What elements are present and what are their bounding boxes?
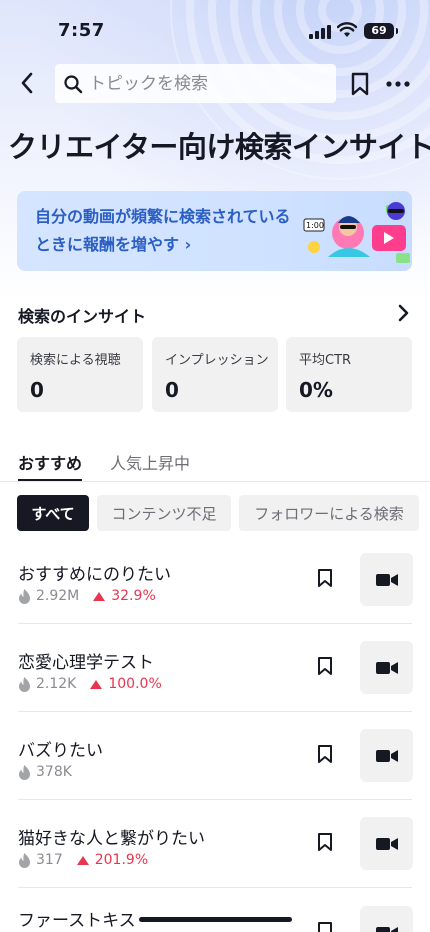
trend-value: 201.9%	[94, 852, 149, 868]
more-options-button[interactable]	[383, 70, 413, 98]
bookmark-icon	[318, 922, 332, 932]
battery-indicator: 69	[364, 23, 398, 39]
flame-icon	[19, 764, 30, 780]
wifi-icon	[337, 22, 357, 37]
topic-trend: 100.0%	[90, 676, 162, 692]
stat-card-impressions[interactable]: インプレッション 0	[152, 337, 278, 412]
save-topic-button[interactable]	[314, 741, 336, 767]
topic-title: おすすめにのりたい	[18, 565, 171, 585]
stat-card-search-views[interactable]: 検索による視聴 0	[17, 337, 143, 412]
save-topic-button[interactable]	[314, 829, 336, 855]
home-indicator[interactable]	[139, 917, 292, 922]
create-video-button[interactable]	[360, 553, 413, 606]
banner-art-time-label: 1:00	[306, 221, 324, 230]
status-time: 7:57	[58, 20, 105, 41]
create-video-button[interactable]	[360, 729, 413, 782]
status-bar: 7:57 69	[0, 0, 430, 62]
topic-title: 恋愛心理学テスト	[18, 653, 154, 673]
back-button[interactable]	[14, 68, 40, 98]
video-camera-icon	[375, 926, 398, 932]
topic-views: 2.92M	[36, 588, 80, 604]
topic-trend: 201.9%	[76, 852, 149, 868]
filter-chip-follower-searches[interactable]: フォロワーによる検索	[239, 495, 419, 531]
topic-views: 317	[36, 852, 63, 868]
create-video-button[interactable]	[360, 641, 413, 694]
stat-value: 0	[165, 378, 179, 402]
saved-button[interactable]	[347, 70, 373, 98]
chevron-left-icon	[21, 72, 33, 94]
trend-up-icon	[90, 679, 103, 689]
topic-meta: 378K	[18, 764, 72, 780]
topic-views: 2.12K	[36, 676, 77, 692]
video-camera-icon	[375, 573, 398, 586]
flame-icon	[19, 588, 30, 604]
bookmark-icon	[351, 72, 369, 96]
topic-title: ファーストキス	[18, 911, 136, 931]
search-bar[interactable]	[55, 64, 336, 103]
topic-title: 猫好きな人と繋がりたい	[18, 829, 205, 849]
trend-up-icon	[93, 591, 106, 601]
cellular-signal-icon	[309, 25, 331, 39]
trend-up-icon	[76, 855, 89, 865]
stat-value: 0%	[299, 378, 333, 402]
topic-meta: 2.12K 100.0%	[18, 676, 162, 692]
more-horizontal-icon	[386, 81, 410, 87]
bookmark-icon	[318, 745, 332, 763]
topic-trend: 32.9%	[93, 588, 156, 604]
video-camera-icon	[375, 749, 398, 762]
topic-views: 378K	[36, 764, 72, 780]
stat-value: 0	[30, 378, 44, 402]
page-title: クリエイター向け検索インサイト	[8, 130, 430, 164]
save-topic-button[interactable]	[314, 565, 336, 591]
insights-title: 検索のインサイト	[18, 307, 147, 326]
save-topic-button[interactable]	[314, 918, 336, 932]
tab-trending[interactable]: 人気上昇中	[110, 450, 190, 474]
video-camera-icon	[375, 837, 398, 850]
trend-value: 32.9%	[111, 588, 156, 604]
row-divider	[18, 799, 412, 800]
creator-illustration-icon: 1:00	[303, 202, 410, 263]
insights-more-button[interactable]	[392, 302, 414, 324]
filter-chip-all[interactable]: すべて	[17, 495, 89, 531]
row-divider	[18, 623, 412, 624]
stat-label: インプレッション	[165, 353, 269, 368]
bookmark-icon	[318, 657, 332, 675]
flame-icon	[19, 852, 30, 868]
search-icon	[64, 74, 83, 93]
create-video-button[interactable]	[360, 906, 413, 932]
row-divider	[18, 711, 412, 712]
video-camera-icon	[375, 661, 398, 674]
search-input[interactable]	[89, 73, 329, 94]
filter-chip-content-gap[interactable]: コンテンツ不足	[97, 495, 231, 531]
topic-meta: 317 201.9%	[18, 852, 148, 868]
banner-text: 自分の動画が頻繁に検索されているときに報酬を増やす ›	[35, 207, 291, 254]
stat-label: 検索による視聴	[30, 353, 121, 368]
row-divider	[18, 887, 412, 888]
create-video-button[interactable]	[360, 817, 413, 870]
stat-label: 平均CTR	[299, 353, 352, 368]
topic-row[interactable]: ファーストキス	[0, 898, 430, 932]
trend-value: 100.0%	[108, 676, 162, 692]
stat-card-avg-ctr[interactable]: 平均CTR 0%	[286, 337, 412, 412]
chevron-right-icon	[398, 304, 409, 322]
topic-title: バズりたい	[18, 741, 103, 761]
tab-recommended[interactable]: おすすめ	[18, 450, 82, 474]
flame-icon	[19, 676, 30, 692]
rewards-banner[interactable]: 自分の動画が頻繁に検索されているときに報酬を増やす › 1:00	[17, 191, 412, 271]
bookmark-icon	[318, 833, 332, 851]
bookmark-icon	[318, 569, 332, 587]
tabs-divider	[0, 481, 430, 482]
save-topic-button[interactable]	[314, 653, 336, 679]
topic-meta: 2.92M 32.9%	[18, 588, 156, 604]
